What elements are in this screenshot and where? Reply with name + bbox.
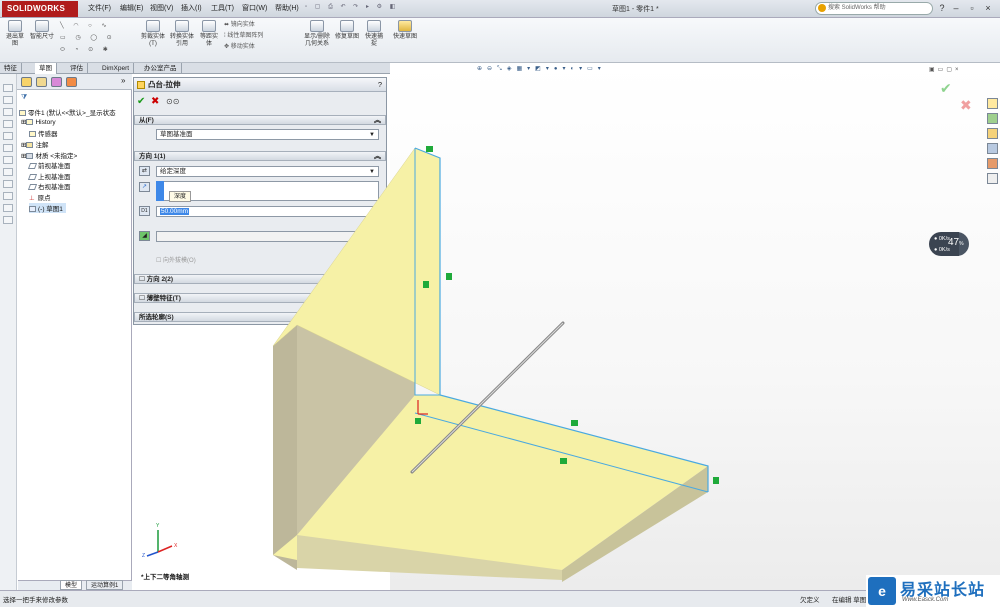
model-viewport <box>146 146 969 582</box>
confirm-corner-ok-icon[interactable]: ✔ <box>940 80 952 97</box>
relation-marker[interactable] <box>423 281 429 288</box>
tab-motion-study[interactable]: 运动算例1 <box>86 580 124 590</box>
task-pane-explorer-icon[interactable] <box>987 128 998 139</box>
triad-x-axis <box>157 545 173 553</box>
watermark-url: Www.Easck.Com <box>902 597 949 603</box>
status-bar: 选择一把手来修改参数 欠定义 在编辑 草图1 <box>0 590 1000 607</box>
triad-x-label: X <box>174 543 178 549</box>
task-pane-library-icon[interactable] <box>987 113 998 124</box>
perf-percent: 47% <box>948 237 964 248</box>
tab-model[interactable]: 模型 <box>60 580 83 590</box>
triad-y-label: Y <box>156 523 160 529</box>
triad-z-label: Z <box>142 553 146 559</box>
perf-percent-unit: % <box>959 241 964 247</box>
status-hint: 选择一把手来修改参数 <box>3 597 68 604</box>
status-defined: 欠定义 <box>800 597 820 604</box>
part-side-face <box>273 325 297 570</box>
task-pane-appearance-icon[interactable] <box>987 158 998 169</box>
view-orientation-label: *上下二等角轴测 <box>141 574 190 581</box>
watermark: e 易采站长站 Www.Easck.Com <box>866 575 1000 607</box>
task-pane-search-icon[interactable] <box>987 143 998 154</box>
status-editing: 在编辑 草图1 <box>832 597 870 604</box>
relation-marker[interactable] <box>571 420 578 426</box>
heads-up-view-toolbar[interactable]: ⊕⊖⤡◈▦▾◩▾●▾◐▾▭▾ <box>477 65 606 73</box>
relation-marker[interactable] <box>713 477 719 484</box>
task-pane-home-icon[interactable] <box>987 98 998 109</box>
confirm-corner-cancel-icon[interactable]: ✖ <box>960 97 972 114</box>
task-pane-custom-icon[interactable] <box>987 173 998 184</box>
relation-marker[interactable] <box>560 458 567 464</box>
relation-marker[interactable] <box>426 146 433 152</box>
watermark-logo-icon: e <box>868 577 896 605</box>
viewport-window-buttons[interactable]: ▣▭▢× <box>929 66 962 73</box>
triad-z-axis <box>146 551 159 557</box>
perf-percent-value: 47 <box>948 237 960 248</box>
relation-marker[interactable] <box>446 273 452 280</box>
relation-marker[interactable] <box>415 418 421 424</box>
